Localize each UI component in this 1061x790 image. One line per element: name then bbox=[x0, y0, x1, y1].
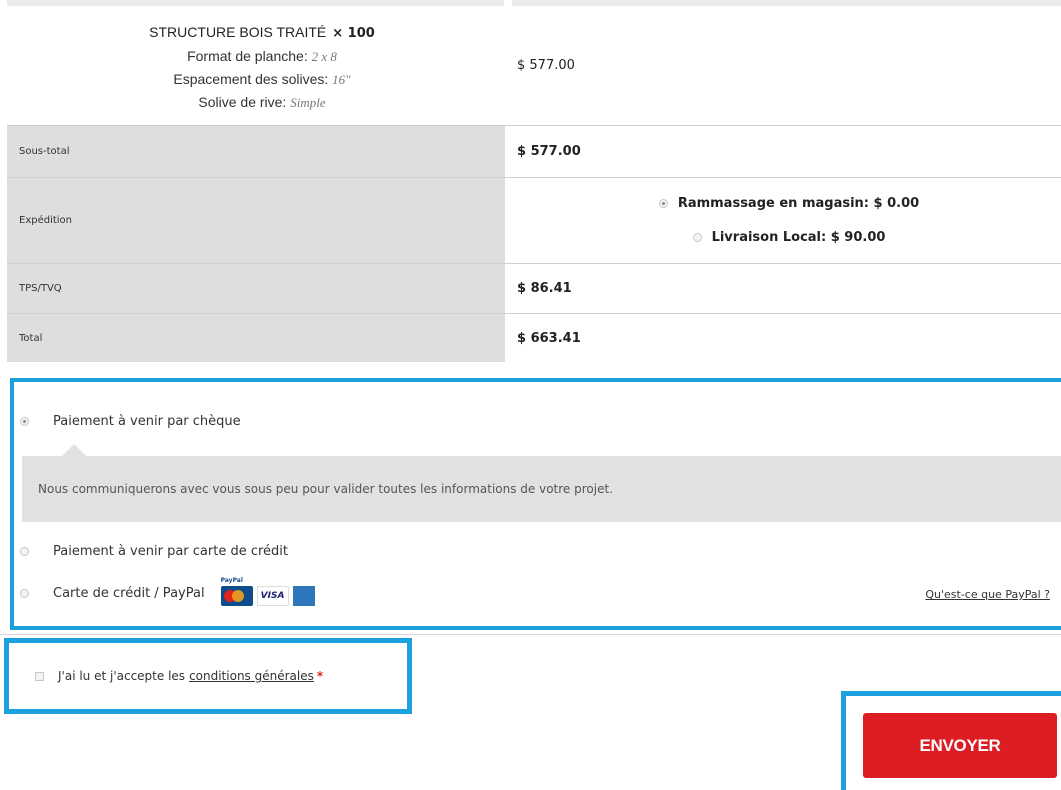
shipping-option-local[interactable]: Livraison Local: $ 90.00 bbox=[692, 221, 886, 255]
product-attribute-format: Format de planche: 2 x 8 bbox=[187, 48, 337, 64]
payment-cheque-radio[interactable] bbox=[20, 417, 29, 426]
total-value: $ 663.41 bbox=[517, 330, 581, 346]
subtotal-value: $ 577.00 bbox=[517, 144, 581, 159]
product-name: STRUCTURE BOIS TRAITÉ bbox=[149, 24, 327, 40]
tax-row: TPS/TVQ $ 86.41 bbox=[7, 264, 1061, 314]
shipping-label: Expédition bbox=[19, 215, 73, 226]
submit-button[interactable]: ENVOYER bbox=[863, 713, 1057, 778]
required-mark: * bbox=[316, 669, 324, 683]
payment-paypal-radio[interactable] bbox=[20, 588, 29, 598]
order-review-table: STRUCTURE BOIS TRAITÉ × 100 Format de pla… bbox=[7, 6, 1061, 362]
paypal-tag: PayPal bbox=[220, 577, 243, 584]
paypal-mastercard-icon: PayPal bbox=[220, 577, 253, 606]
terms-checkbox[interactable] bbox=[35, 671, 44, 681]
payment-cheque-label: Paiement à venir par chèque bbox=[53, 414, 241, 429]
shipping-row: Expédition Rammassage en magasin: $ 0.00… bbox=[7, 178, 1061, 264]
payment-method-credit-later[interactable]: Paiement à venir par carte de crédit bbox=[20, 544, 288, 559]
shipping-local-radio[interactable] bbox=[692, 233, 702, 242]
what-is-paypal-link[interactable]: Qu'est-ce que PayPal ? bbox=[925, 588, 1050, 601]
shipping-local-label: Livraison Local: $ 90.00 bbox=[711, 230, 886, 245]
amex-icon bbox=[292, 586, 315, 606]
terms-box: J'ai lu et j'accepte les conditions géné… bbox=[4, 638, 412, 714]
shipping-pickup-label: Rammassage en magasin: $ 0.00 bbox=[677, 196, 920, 211]
product-quantity: × 100 bbox=[332, 26, 375, 41]
payment-credit-later-label: Paiement à venir par carte de crédit bbox=[53, 544, 289, 559]
payment-methods-box: Paiement à venir par chèque Nous communi… bbox=[10, 378, 1061, 630]
total-label: Total bbox=[19, 332, 43, 344]
product-price: $ 577.00 bbox=[517, 58, 575, 73]
card-logos: PayPal VISA bbox=[220, 577, 315, 606]
payment-cheque-description: Nous communiquerons avec vous sous peu p… bbox=[22, 444, 1061, 522]
product-row: STRUCTURE BOIS TRAITÉ × 100 Format de pla… bbox=[7, 6, 1061, 126]
payment-credit-later-radio[interactable] bbox=[20, 547, 29, 556]
tax-label: TPS/TVQ bbox=[19, 283, 62, 294]
shipping-option-pickup[interactable]: Rammassage en magasin: $ 0.00 bbox=[658, 187, 920, 221]
subtotal-row: Sous-total $ 577.00 bbox=[7, 126, 1061, 178]
terms-conditions-link[interactable]: conditions générales bbox=[189, 669, 314, 683]
tax-value: $ 86.41 bbox=[517, 281, 572, 296]
payment-method-paypal[interactable]: Carte de crédit / PayPal PayPal VISA bbox=[20, 577, 315, 606]
total-row: Total $ 663.41 bbox=[7, 314, 1061, 362]
subtotal-label: Sous-total bbox=[19, 146, 70, 157]
shipping-pickup-radio[interactable] bbox=[658, 199, 668, 208]
terms-text: J'ai lu et j'accepte les bbox=[58, 669, 186, 683]
payment-paypal-label: Carte de crédit / PayPal bbox=[53, 585, 205, 601]
visa-icon: VISA bbox=[256, 586, 289, 606]
product-price-cell: $ 577.00 bbox=[505, 6, 1061, 125]
submit-area: ENVOYER bbox=[841, 691, 1061, 790]
product-attribute-spacing: Espacement des solives: 16" bbox=[173, 71, 351, 87]
product-cell: STRUCTURE BOIS TRAITÉ × 100 Format de pla… bbox=[7, 6, 505, 125]
product-attribute-rim: Solive de rive: Simple bbox=[198, 94, 326, 110]
section-divider bbox=[0, 634, 1061, 635]
payment-method-cheque[interactable]: Paiement à venir par chèque bbox=[20, 414, 241, 429]
